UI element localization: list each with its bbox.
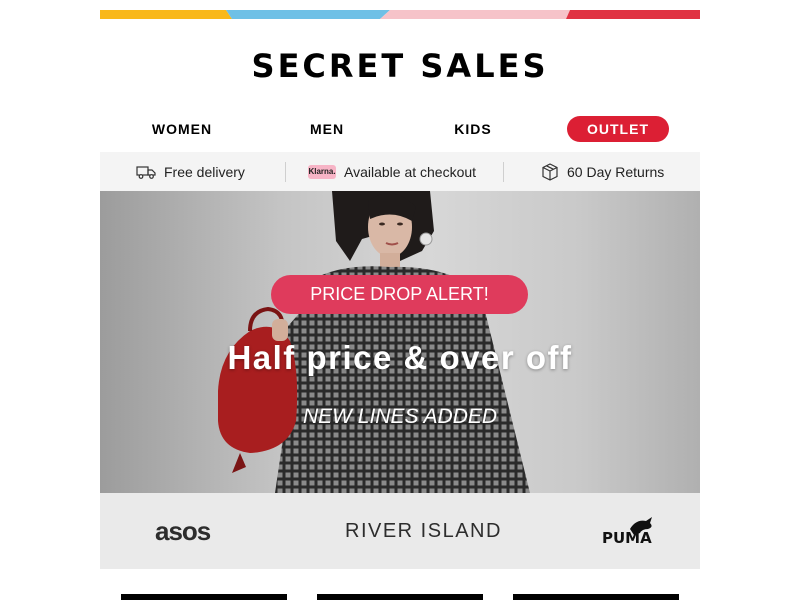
benefit-label: 60 Day Returns <box>567 163 665 180</box>
benefit-label: Free delivery <box>164 163 245 180</box>
brand-puma-logo[interactable]: PUMA <box>600 493 656 569</box>
color-strip <box>100 10 700 19</box>
truck-icon <box>136 164 156 180</box>
footer-bar <box>317 594 483 600</box>
divider <box>285 162 286 182</box>
nav-outlet[interactable]: OUTLET <box>567 116 669 142</box>
footer-bar <box>513 594 679 600</box>
box-icon <box>541 162 559 181</box>
nav-men[interactable]: MEN <box>297 116 357 142</box>
benefit-returns[interactable]: 60 Day Returns <box>541 152 664 191</box>
klarna-badge-icon: Klarna. <box>308 164 336 179</box>
hero-banner[interactable]: PRICE DROP ALERT! Half price & over off … <box>100 191 700 493</box>
brand-river-island-logo[interactable]: RIVER ISLAND <box>345 493 502 569</box>
email-container: SECRET SALES WOMEN MEN KIDS OUTLET Free … <box>100 0 700 600</box>
puma-cat-icon: PUMA <box>602 517 652 547</box>
hero-subline: NEW LINES ADDED <box>302 405 498 428</box>
svg-text:PUMA: PUMA <box>602 529 652 547</box>
nav-kids[interactable]: KIDS <box>443 116 503 142</box>
benefit-free-delivery[interactable]: Free delivery <box>136 152 245 191</box>
divider <box>503 162 504 182</box>
benefits-bar: Free delivery Klarna. Available at check… <box>100 152 700 191</box>
benefit-klarna[interactable]: Klarna. Available at checkout <box>308 152 476 191</box>
brand-logo[interactable]: SECRET SALES <box>100 48 700 84</box>
footer-bar <box>121 594 287 600</box>
hero-headline: Half price & over off <box>227 339 573 376</box>
brand-asos-logo[interactable]: asos <box>155 493 211 569</box>
nav-women[interactable]: WOMEN <box>142 116 222 142</box>
benefit-label: Available at checkout <box>344 163 477 180</box>
main-nav: WOMEN MEN KIDS OUTLET <box>100 116 700 142</box>
brand-strip: asos RIVER ISLAND PUMA <box>100 493 700 569</box>
price-drop-badge[interactable]: PRICE DROP ALERT! <box>271 275 528 314</box>
